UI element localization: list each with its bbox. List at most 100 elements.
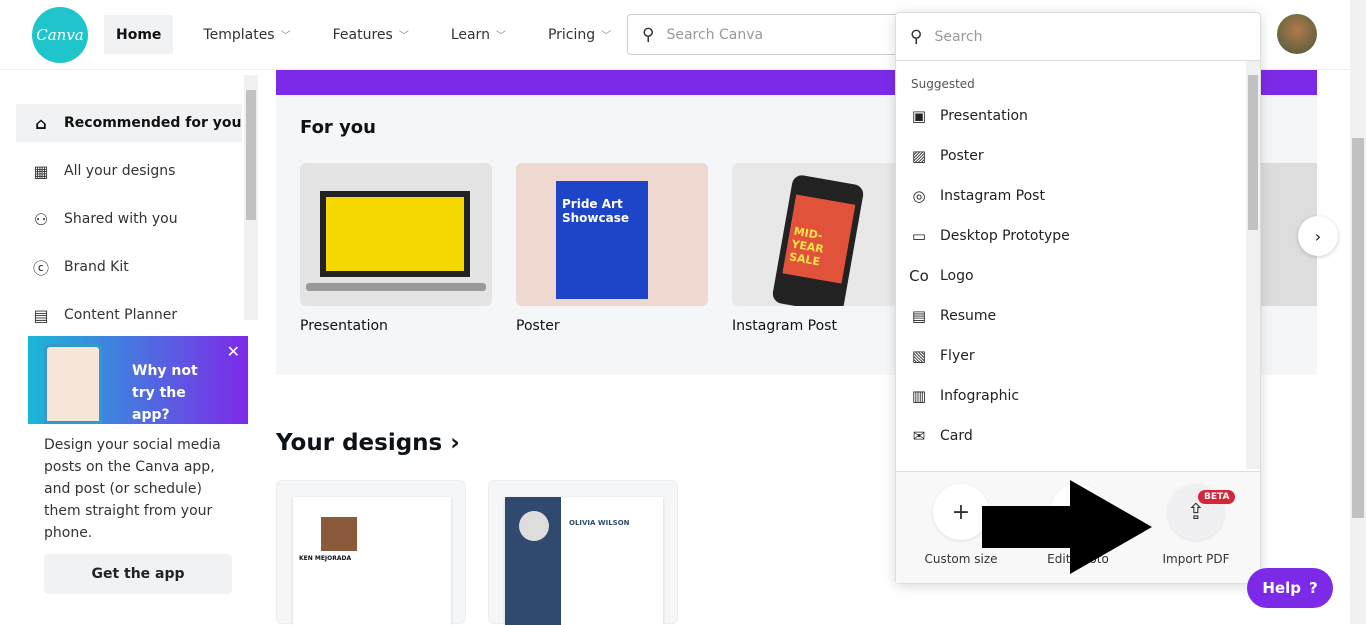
- sidebar-scrollbar[interactable]: [244, 75, 258, 320]
- thumbnail: Pride Art Showcase: [516, 163, 708, 306]
- users-icon: ⚇: [33, 209, 49, 229]
- option-label: Instagram Post: [940, 188, 1045, 204]
- sidebar-item-shared[interactable]: ⚇ Shared with you: [16, 200, 242, 238]
- nav-templates[interactable]: Templates ﹀: [191, 15, 302, 54]
- chevron-down-icon: ﹀: [495, 31, 506, 42]
- search-placeholder: Search: [934, 28, 983, 45]
- chevron-right-icon[interactable]: ›: [1298, 216, 1338, 256]
- option-label: Desktop Prototype: [940, 228, 1070, 244]
- canva-logo[interactable]: Canva: [32, 7, 88, 63]
- design-type-option[interactable]: ◎ Instagram Post: [908, 181, 1045, 211]
- design-type-option[interactable]: ▨ Poster: [908, 141, 984, 171]
- option-label: Logo: [940, 268, 974, 284]
- design-type-option[interactable]: ▣ Presentation: [908, 101, 1028, 131]
- option-label: Infographic: [940, 388, 1020, 404]
- design-card[interactable]: OLIVIA WILSON: [488, 480, 678, 625]
- presentation-icon: ▣: [911, 107, 927, 125]
- promo-title: Why not try the app?: [132, 363, 198, 423]
- sidebar-item-all-designs[interactable]: ▦ All your designs: [16, 152, 242, 190]
- card-icon: ✉: [912, 427, 926, 445]
- suggested-label: Suggested: [911, 77, 975, 91]
- sidebar: ⌂ Recommended for you ▦ All your designs ⚇…: [0, 70, 260, 325]
- design-search-input[interactable]: ⚲ Search: [896, 13, 1260, 61]
- beta-badge: BETA: [1198, 490, 1236, 504]
- template-card-presentation[interactable]: Presentation: [300, 163, 492, 334]
- resume-icon: ▤: [911, 307, 927, 325]
- nav-learn[interactable]: Learn ﹀: [439, 15, 518, 54]
- phone-image: [44, 344, 102, 424]
- design-card[interactable]: KEN MEJORADA: [276, 480, 466, 625]
- chevron-down-icon: ﹀: [601, 31, 612, 42]
- desktop-prototype-icon: ▭: [911, 227, 927, 245]
- resume-thumbnail: KEN MEJORADA: [293, 497, 451, 625]
- design-type-option[interactable]: ▥ Infographic: [908, 381, 1019, 411]
- scrollbar-thumb[interactable]: [246, 90, 256, 220]
- action-label: Import PDF: [1162, 552, 1230, 566]
- search-icon: ⚲: [642, 24, 655, 45]
- calendar-icon: ▤: [33, 305, 49, 325]
- import-pdf-button[interactable]: ⇪ BETA Import PDF: [1156, 484, 1236, 566]
- poster-icon: ▨: [911, 147, 927, 165]
- nav-label: Learn: [450, 26, 490, 43]
- avatar[interactable]: [1277, 14, 1317, 54]
- design-type-option[interactable]: ▧ Flyer: [908, 341, 975, 371]
- sidebar-item-label: Content Planner: [64, 307, 178, 323]
- promo-banner: Why not try the app? ✕: [28, 336, 248, 424]
- sidebar-item-label: All your designs: [64, 163, 176, 179]
- scrollbar-thumb[interactable]: [1352, 138, 1364, 518]
- chevron-down-icon: ﹀: [398, 31, 409, 42]
- nav-home[interactable]: Home: [104, 15, 174, 54]
- get-app-button[interactable]: Get the app: [44, 554, 232, 594]
- post-text: MID-YEAR SALE: [782, 194, 856, 284]
- nav-label: Templates: [203, 26, 275, 43]
- resume-thumbnail: OLIVIA WILSON: [505, 497, 663, 625]
- main-nav: Home Templates ﹀ Features ﹀ Learn ﹀ Pricing…: [104, 15, 641, 54]
- home-icon: ⌂: [35, 113, 47, 133]
- resume-name: KEN MEJORADA: [299, 555, 352, 562]
- dropdown-scrollbar[interactable]: [1246, 61, 1260, 469]
- option-label: Presentation: [940, 108, 1028, 124]
- help-label: Help: [1262, 579, 1301, 597]
- option-label: Flyer: [940, 348, 975, 364]
- sidebar-item-content-planner[interactable]: ▤ Content Planner: [16, 296, 242, 334]
- help-button[interactable]: Help?: [1247, 568, 1333, 608]
- design-type-option[interactable]: ▤ Resume: [908, 301, 996, 331]
- design-type-option[interactable]: ▭ Desktop Prototype: [908, 221, 1070, 251]
- sidebar-item-label: Recommended for you: [64, 115, 242, 131]
- flyer-icon: ▧: [911, 347, 927, 365]
- sidebar-item-recommended[interactable]: ⌂ Recommended for you: [16, 104, 242, 142]
- page-scrollbar[interactable]: [1350, 0, 1366, 624]
- design-type-option[interactable]: Co Logo: [908, 261, 974, 291]
- search-input[interactable]: ⚲ Search Canva: [627, 14, 907, 55]
- chevron-down-icon: ﹀: [280, 31, 291, 42]
- option-label: Resume: [940, 308, 997, 324]
- app-promo: Why not try the app? ✕ Design your socia…: [28, 336, 248, 594]
- close-icon[interactable]: ✕: [227, 342, 240, 361]
- plus-icon: +: [933, 484, 989, 540]
- nav-pricing[interactable]: Pricing ﹀: [536, 15, 623, 54]
- your-designs-title[interactable]: Your designs ›: [276, 430, 460, 456]
- instagram-post-icon: ◎: [912, 187, 926, 205]
- logo-icon: Co: [909, 267, 929, 285]
- poster-text: Pride Art Showcase: [556, 181, 648, 299]
- nav-features[interactable]: Features ﹀: [321, 15, 421, 54]
- design-type-option[interactable]: ✉ Card: [908, 421, 973, 451]
- sidebar-item-brand-kit[interactable]: ⓒ Brand Kit: [16, 248, 242, 286]
- promo-body: Design your social media posts on the Ca…: [44, 437, 221, 541]
- brand-icon: ⓒ: [32, 259, 49, 278]
- section-title: For you: [300, 117, 376, 138]
- card-label: Presentation: [300, 318, 388, 334]
- nav-label: Home: [116, 26, 162, 43]
- card-label: Poster: [516, 318, 560, 334]
- sidebar-item-label: Shared with you: [64, 211, 178, 227]
- resume-name: OLIVIA WILSON: [569, 519, 630, 527]
- thumbnail: [300, 163, 492, 306]
- infographic-icon: ▥: [911, 387, 927, 405]
- grid-icon: ▦: [33, 161, 49, 181]
- template-card-poster[interactable]: Pride Art Showcase Poster: [516, 163, 708, 334]
- search-icon: ⚲: [910, 26, 923, 47]
- option-label: Card: [940, 428, 973, 444]
- scrollbar-thumb[interactable]: [1248, 75, 1258, 230]
- option-label: Poster: [940, 148, 984, 164]
- question-icon: ?: [1308, 579, 1318, 597]
